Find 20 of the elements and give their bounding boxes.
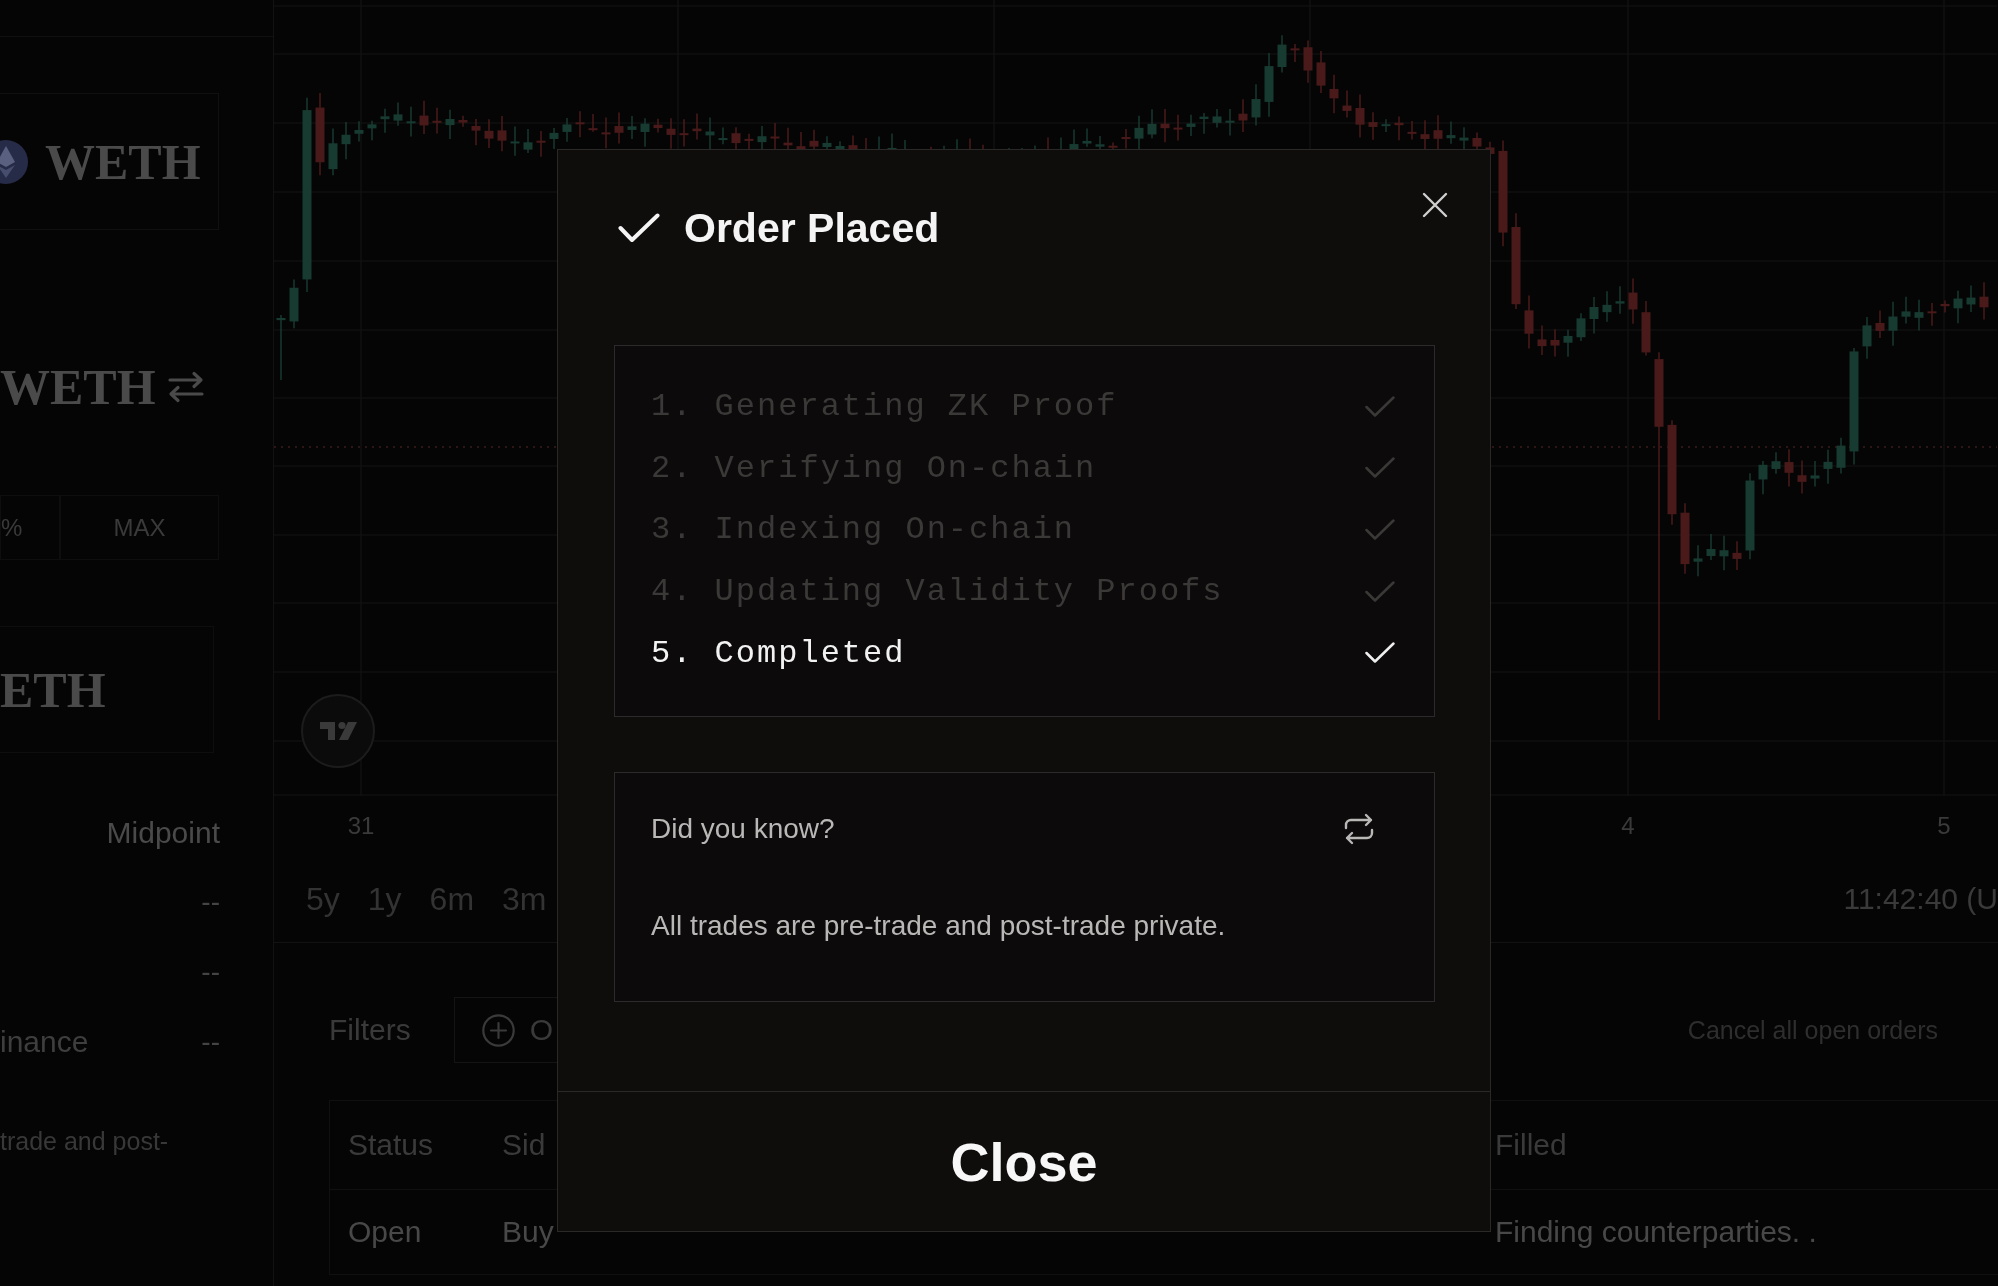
table-cell: Open — [348, 1215, 422, 1249]
table-cell: Buy — [502, 1215, 554, 1249]
pair-symbol: WETH — [0, 362, 156, 412]
table-cell: Finding counterparties. . — [1495, 1215, 1817, 1249]
tip-text: All trades are pre-trade and post-trade private. — [651, 909, 1226, 943]
amount-button[interactable]: % — [0, 495, 60, 560]
coin-icon — [0, 138, 28, 185]
repeat-icon[interactable] — [1343, 813, 1375, 845]
stat-label: inance — [0, 1025, 89, 1059]
token-card[interactable]: WETH — [0, 93, 219, 230]
token-symbol: WETH — [45, 136, 201, 187]
stat-header: Midpoint — [106, 815, 220, 851]
plus-circle-icon — [481, 1013, 515, 1047]
close-button[interactable]: Close — [558, 1091, 1490, 1231]
stat-value: -- — [201, 1026, 220, 1058]
tip-heading: Did you know? — [651, 813, 835, 845]
token-card[interactable]: ETH — [0, 626, 214, 753]
stat-value: -- — [201, 956, 220, 988]
stat-value: -- — [201, 886, 220, 918]
token-symbol: ETH — [0, 664, 106, 715]
